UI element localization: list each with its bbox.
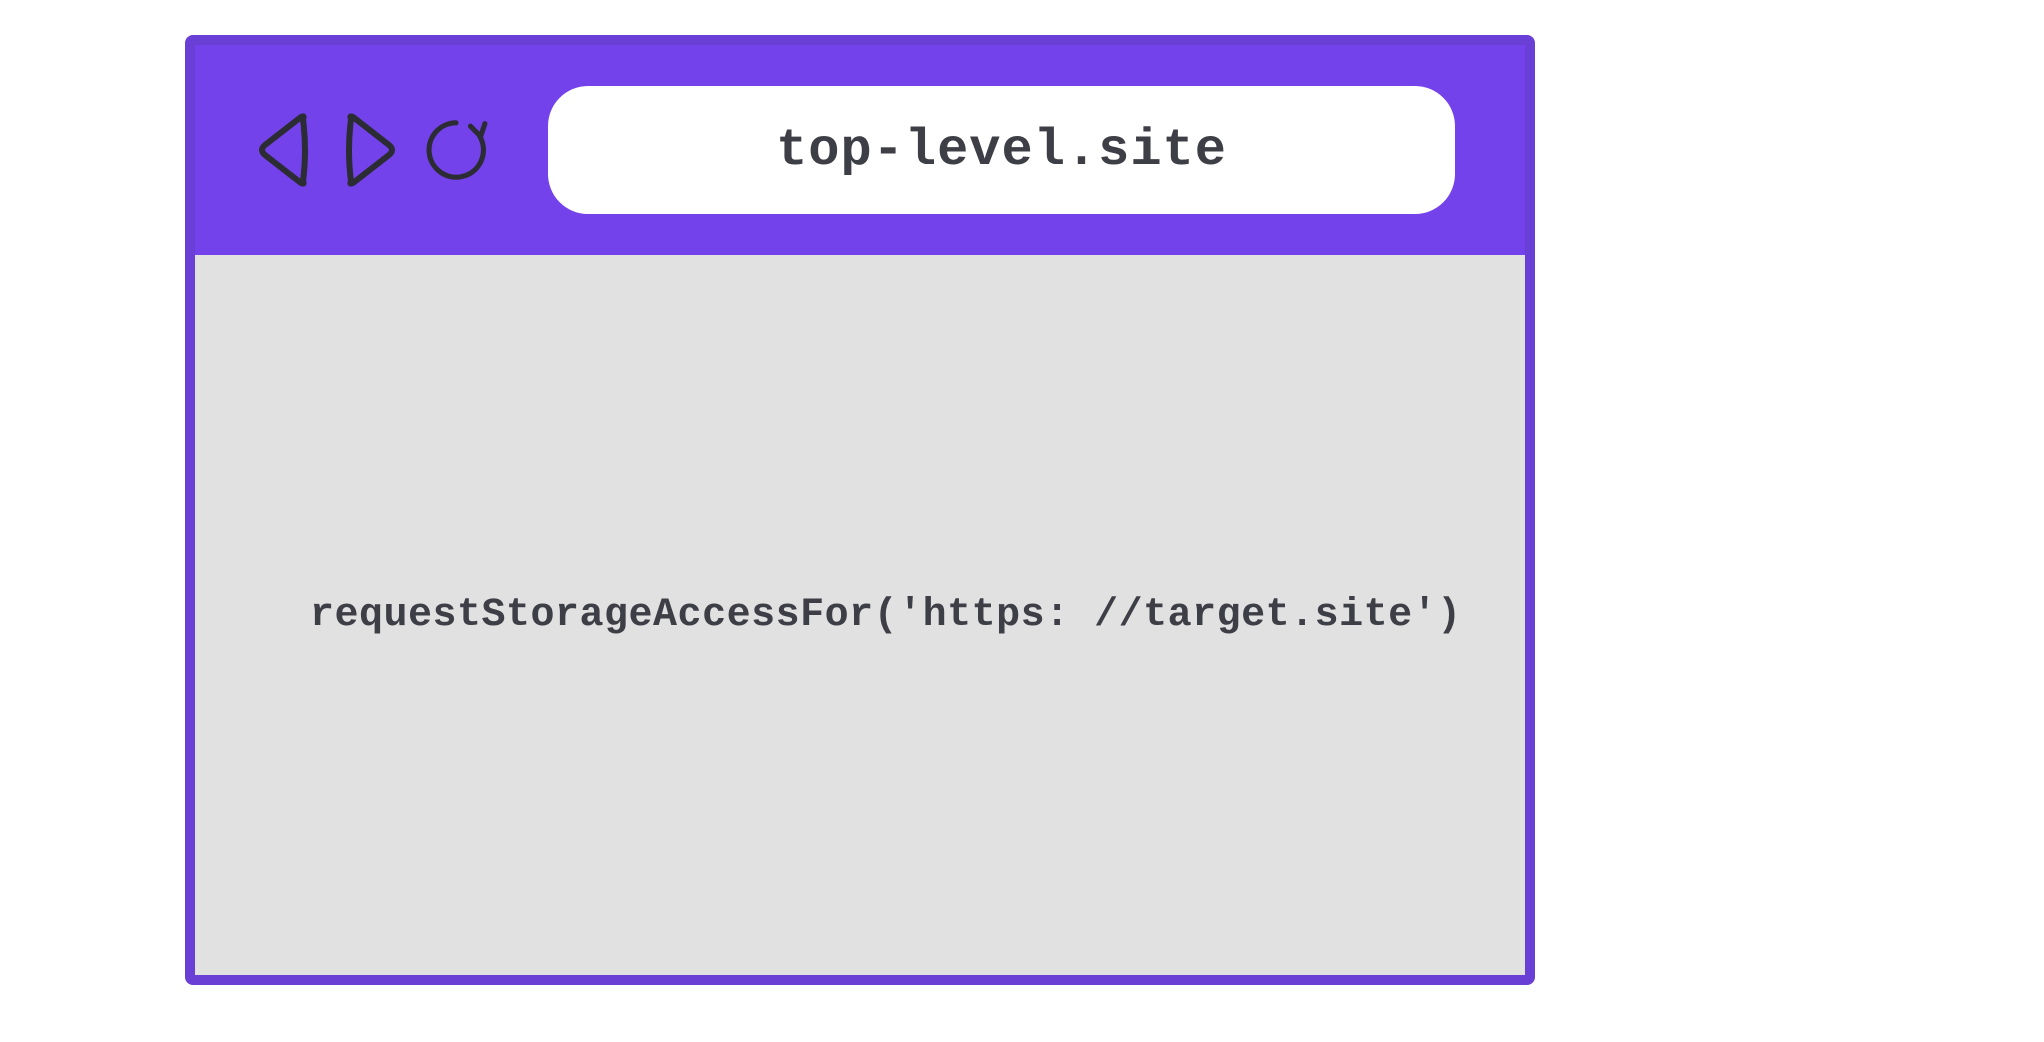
address-url: top-level.site <box>776 121 1227 180</box>
address-bar[interactable]: top-level.site <box>548 86 1455 214</box>
reload-icon[interactable] <box>422 105 490 195</box>
nav-icons <box>250 105 490 195</box>
content-code: requestStorageAccessFor('https: //target… <box>310 593 1462 638</box>
back-triangle-icon[interactable] <box>250 105 318 195</box>
browser-content: requestStorageAccessFor('https: //target… <box>195 255 1525 975</box>
forward-triangle-icon[interactable] <box>336 105 404 195</box>
browser-window: top-level.site requestStorageAccessFor('… <box>185 35 1535 985</box>
browser-toolbar: top-level.site <box>195 45 1525 255</box>
